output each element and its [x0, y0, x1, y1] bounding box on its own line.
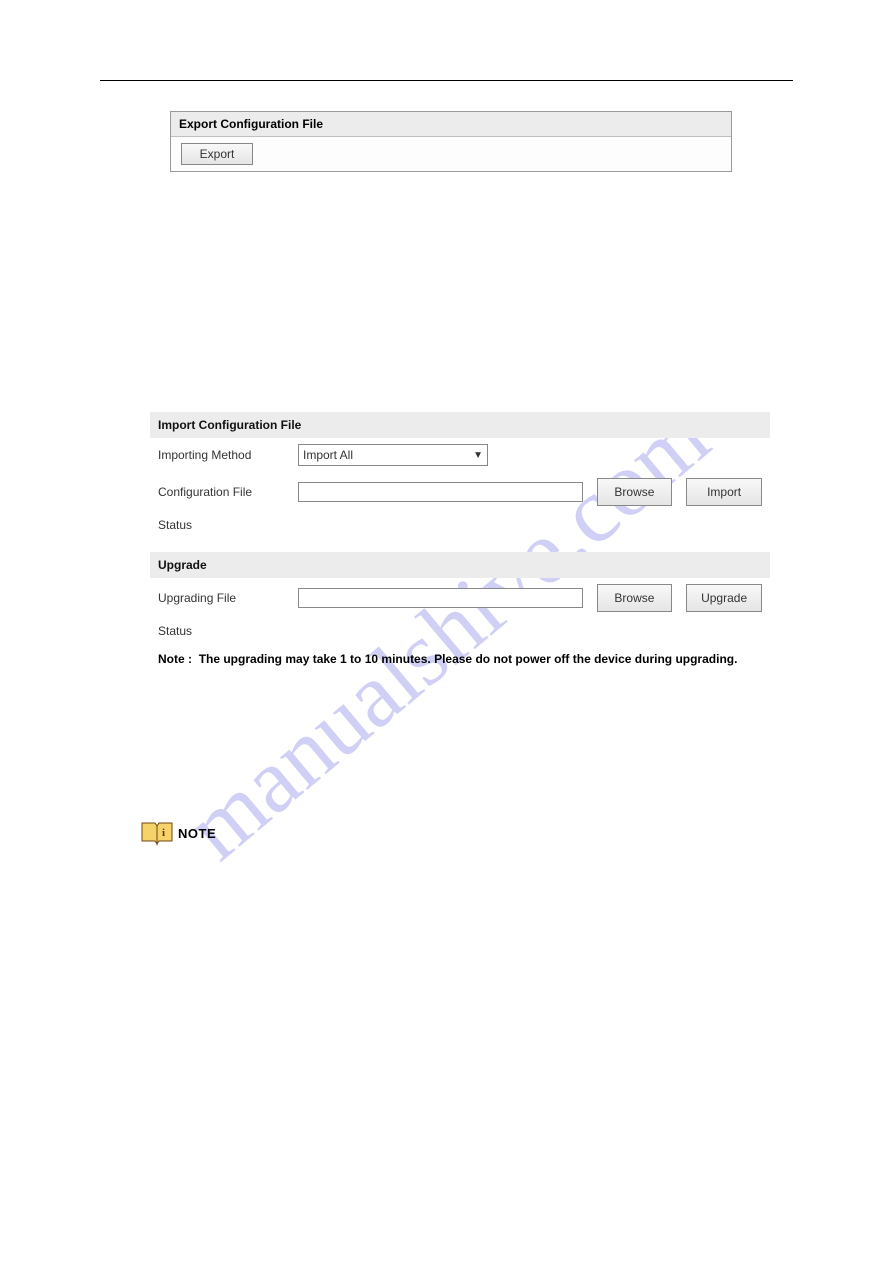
- import-status-label: Status: [158, 518, 298, 532]
- import-file-row: Configuration File Browse Import: [150, 472, 770, 512]
- upgrade-file-row: Upgrading File Browse Upgrade: [150, 578, 770, 618]
- upgrade-file-label: Upgrading File: [158, 591, 298, 605]
- upgrade-browse-button[interactable]: Browse: [597, 584, 673, 612]
- upgrade-note-label: Note :: [158, 652, 192, 666]
- export-config-panel: Export Configuration File Export: [170, 111, 732, 172]
- import-browse-button[interactable]: Browse: [597, 478, 673, 506]
- upgrade-header: Upgrade: [150, 552, 770, 578]
- upgrade-panel: Upgrade Upgrading File Browse Upgrade St…: [150, 552, 770, 670]
- upgrade-status-row: Status: [150, 618, 770, 644]
- page-content: Export Configuration File Export Import …: [0, 0, 893, 886]
- import-file-input[interactable]: [298, 482, 583, 502]
- import-method-label: Importing Method: [158, 448, 298, 462]
- import-file-label: Configuration File: [158, 485, 298, 499]
- import-header: Import Configuration File: [150, 412, 770, 438]
- upgrade-button[interactable]: Upgrade: [686, 584, 762, 612]
- export-body: Export: [171, 137, 731, 171]
- export-button[interactable]: Export: [181, 143, 253, 165]
- top-divider: [100, 80, 793, 81]
- export-header: Export Configuration File: [171, 112, 731, 137]
- note-callout: i NOTE: [140, 820, 793, 846]
- upgrade-note: Note : The upgrading may take 1 to 10 mi…: [150, 644, 770, 670]
- upgrade-file-input[interactable]: [298, 588, 583, 608]
- chevron-down-icon: ▼: [473, 450, 483, 461]
- import-method-value: Import All: [303, 448, 353, 462]
- svg-text:i: i: [162, 827, 165, 839]
- note-book-icon: i: [140, 820, 174, 846]
- import-button[interactable]: Import: [686, 478, 762, 506]
- upgrade-status-label: Status: [158, 624, 298, 638]
- import-method-row: Importing Method Import All ▼: [150, 438, 770, 472]
- import-status-row: Status: [150, 512, 770, 538]
- import-config-panel: Import Configuration File Importing Meth…: [150, 412, 770, 538]
- note-callout-label: NOTE: [178, 826, 216, 841]
- import-method-select[interactable]: Import All ▼: [298, 444, 488, 466]
- upgrade-note-text: The upgrading may take 1 to 10 minutes. …: [199, 652, 738, 666]
